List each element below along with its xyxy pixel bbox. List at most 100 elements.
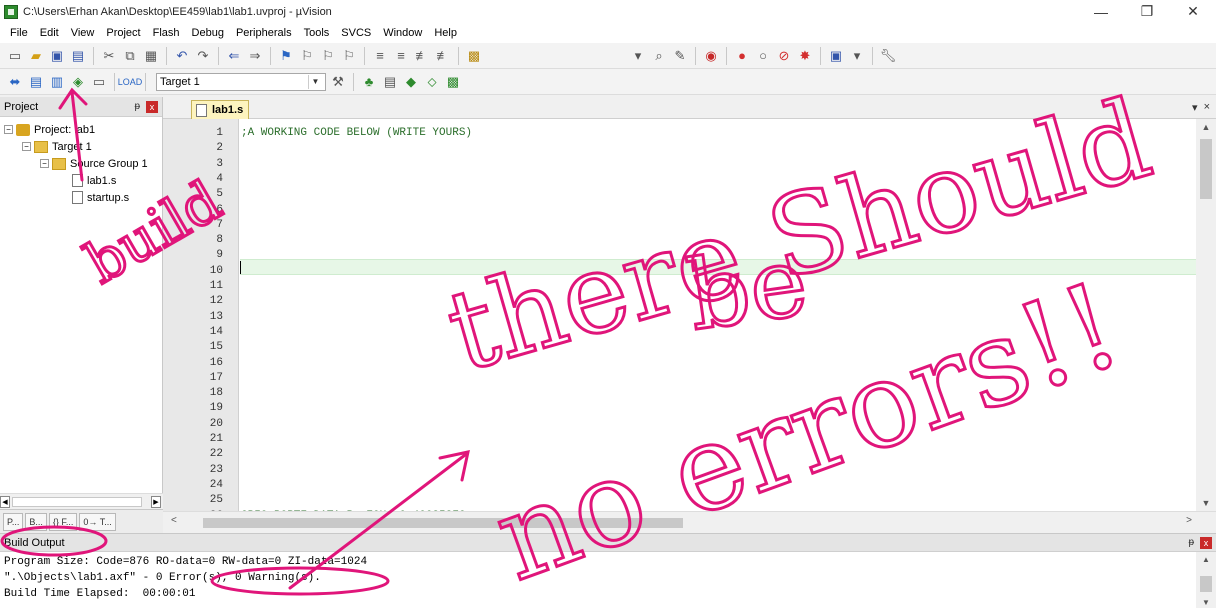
manage-components-icon[interactable]: ⬦ [423,73,441,91]
debug-icon[interactable]: ◉ [702,47,720,65]
redo-icon[interactable]: ↷ [194,47,212,65]
find-icon[interactable]: ⌕ [650,47,668,65]
collapse-icon[interactable]: − [40,159,49,168]
close-tab-icon[interactable]: × [1204,101,1210,114]
comment-icon[interactable]: ≢ [413,47,431,65]
scroll-up-icon[interactable]: ▲ [1196,552,1216,566]
load-icon[interactable]: LOAD [118,73,143,91]
restore-button[interactable]: ❐ [1124,0,1170,23]
toolbar-separator [145,72,146,91]
scroll-up-icon[interactable]: ▲ [1196,119,1216,135]
bookmark-icon[interactable]: ⚑ [277,47,295,65]
collapse-icon[interactable]: − [4,125,13,134]
uncomment-icon[interactable]: ≢ [434,47,452,65]
combo-box-icon[interactable]: ▾ [629,47,647,65]
scroll-right-icon[interactable]: > [1186,515,1192,526]
build-toolbar: ⬌ ▤ ▥ ◈ ▭ LOAD Target 1 ▼ ⚒ ♣ ▤ ◆ ⬦ ▩ [0,69,1216,95]
bookmark-prev-icon[interactable]: ⚐ [298,47,316,65]
tree-item-file[interactable]: lab1.s [0,172,162,189]
unindent-icon[interactable]: ≡ [392,47,410,65]
tree-item-file[interactable]: startup.s [0,189,162,206]
save-icon[interactable]: ▣ [48,47,66,65]
breakpoint-disable-icon[interactable]: ○ [754,47,772,65]
copy-icon[interactable]: ⧉ [121,47,139,65]
target-select[interactable]: Target 1 ▼ [156,72,326,91]
new-file-icon[interactable]: ▭ [6,47,24,65]
panel-close-button[interactable]: x [1200,536,1212,549]
manage-icon[interactable]: ♣ [360,73,378,91]
dropdown-arrow-icon[interactable]: ▾ [848,47,866,65]
tree-item-group[interactable]: − Source Group 1 [0,155,162,172]
tab-templates[interactable]: 0→ T... [79,512,116,531]
panel-close-button[interactable]: x [146,100,158,113]
rebuild-icon[interactable]: ▥ [48,73,66,91]
scroll-thumb[interactable] [203,518,683,528]
breakpoint-kill-icon[interactable]: ✸ [796,47,814,65]
menu-edit[interactable]: Edit [34,27,65,39]
undo-icon[interactable]: ↶ [173,47,191,65]
menu-view[interactable]: View [65,27,101,39]
open-icon[interactable]: ▰ [27,47,45,65]
paste-icon[interactable]: ▦ [142,47,160,65]
breakpoint-disable-all-icon[interactable]: ⊘ [775,47,793,65]
menu-project[interactable]: Project [100,27,146,39]
minimize-button[interactable]: — [1078,0,1124,23]
build-output-vscrollbar[interactable]: ▲ ▼ [1196,552,1216,608]
incremental-find-icon[interactable]: ✎ [671,47,689,65]
toolbar-separator [353,72,354,91]
menu-peripherals[interactable]: Peripherals [230,27,298,39]
tree-item-target[interactable]: − Target 1 [0,138,162,155]
close-button[interactable]: ✕ [1170,0,1216,23]
back-icon[interactable]: ⇐ [225,47,243,65]
build-icon[interactable]: ▤ [27,73,45,91]
options-icon[interactable]: ⚒ [329,73,347,91]
scroll-down-icon[interactable]: ▼ [1196,495,1216,511]
scroll-down-icon[interactable]: ▼ [1196,595,1216,608]
translate-icon[interactable]: ⬌ [6,73,24,91]
tree-item-project[interactable]: − Project: lab1 [0,121,162,138]
find-in-files-icon[interactable]: ▩ [465,47,483,65]
editor-vscrollbar[interactable]: ▲ ▼ [1196,119,1216,511]
code-editor[interactable]: 1 2 3 4 5 6 7 8 9 10 11 12 13 14 15 16 17 18 19 20 21 22 23 24 2… [163,119,1216,511]
tab-functions[interactable]: {} F... [48,512,78,531]
scroll-thumb[interactable] [1200,139,1212,199]
menu-flash[interactable]: Flash [147,27,186,39]
editor-hscrollbar[interactable]: < > [163,511,1216,533]
stop-build-icon[interactable]: ▭ [90,73,108,91]
window-icon[interactable]: ▣ [827,47,845,65]
bookmark-next-icon[interactable]: ⚐ [319,47,337,65]
rte-icon[interactable]: ▩ [444,73,462,91]
pack-installer-icon[interactable]: ▤ [381,73,399,91]
breakpoint-icon[interactable]: ● [733,47,751,65]
editor-tab-lab1[interactable]: lab1.s [191,100,249,119]
tab-books[interactable]: B... [25,512,47,531]
scroll-right-icon[interactable]: ▶ [151,496,161,508]
batch-build-icon[interactable]: ◈ [69,73,87,91]
forward-icon[interactable]: ⇒ [246,47,264,65]
menu-tools[interactable]: Tools [298,27,336,39]
scroll-thumb[interactable] [1200,576,1212,592]
select-packs-icon[interactable]: ◆ [402,73,420,91]
tab-list-icon[interactable]: ▾ [1192,101,1198,114]
menu-help[interactable]: Help [428,27,463,39]
chevron-down-icon[interactable]: ▼ [308,74,322,89]
menu-debug[interactable]: Debug [186,27,230,39]
save-all-icon[interactable]: ▤ [69,47,87,65]
bookmark-clear-icon[interactable]: ⚐ [340,47,358,65]
project-hscrollbar[interactable]: ◀ ▶ [0,493,163,509]
collapse-icon[interactable]: − [22,142,31,151]
pin-icon[interactable]: ᵽ [1188,537,1194,548]
menu-window[interactable]: Window [377,27,428,39]
scroll-left-icon[interactable]: < [171,515,177,526]
indent-icon[interactable]: ≡ [371,47,389,65]
cut-icon[interactable]: ✂ [100,47,118,65]
build-output-title: Build Output [4,536,65,549]
scroll-thumb[interactable] [12,497,142,507]
pin-icon[interactable]: ᵽ [134,101,140,112]
project-panel-title: Project [4,100,39,113]
scroll-left-icon[interactable]: ◀ [0,496,10,508]
tab-project[interactable]: P... [3,512,24,531]
settings-icon[interactable]: 🔧︎ [879,47,897,65]
menu-svcs[interactable]: SVCS [335,27,377,39]
menu-file[interactable]: File [4,27,34,39]
